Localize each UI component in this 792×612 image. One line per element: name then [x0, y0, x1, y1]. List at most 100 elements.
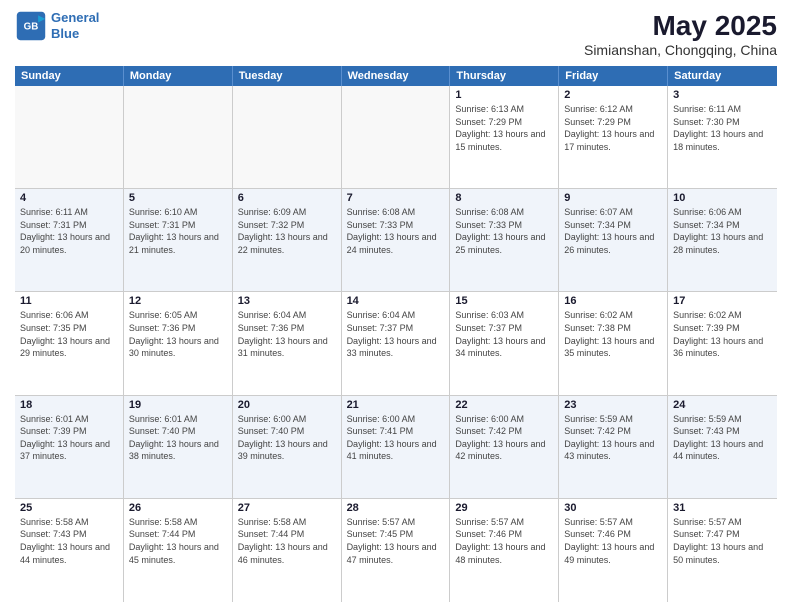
day-cell-10: 10Sunrise: 6:06 AMSunset: 7:34 PMDayligh…	[668, 189, 777, 291]
day-number-25: 25	[20, 502, 118, 514]
day-info-15: Sunrise: 6:03 AMSunset: 7:37 PMDaylight:…	[455, 309, 553, 359]
day-number-7: 7	[347, 192, 445, 204]
day-cell-3: 3 Sunrise: 6:11 AMSunset: 7:30 PMDaylight…	[668, 86, 777, 188]
day-cell-24: 24 Sunrise: 5:59 AMSunset: 7:43 PMDayligh…	[668, 396, 777, 498]
day-number-9: 9	[564, 192, 662, 204]
day-number-19: 19	[129, 399, 227, 411]
day-cell-11: 11 Sunrise: 6:06 AMSunset: 7:35 PMDayligh…	[15, 292, 124, 394]
day-number-22: 22	[455, 399, 553, 411]
day-number-3: 3	[673, 89, 772, 101]
day-number-26: 26	[129, 502, 227, 514]
empty-cell	[233, 86, 342, 188]
day-info-27: Sunrise: 5:58 AMSunset: 7:44 PMDaylight:…	[238, 516, 336, 566]
header-saturday: Saturday	[668, 66, 777, 86]
day-cell-21: 21 Sunrise: 6:00 AMSunset: 7:41 PMDayligh…	[342, 396, 451, 498]
logo: GB General Blue	[15, 10, 99, 42]
calendar-body: 1 Sunrise: 6:13 AMSunset: 7:29 PMDaylight…	[15, 86, 777, 602]
day-info-25: Sunrise: 5:58 AMSunset: 7:43 PMDaylight:…	[20, 516, 118, 566]
day-info-12: Sunrise: 6:05 AMSunset: 7:36 PMDaylight:…	[129, 309, 227, 359]
day-number-11: 11	[20, 295, 118, 307]
header-wednesday: Wednesday	[342, 66, 451, 86]
day-cell-13: 13Sunrise: 6:04 AMSunset: 7:36 PMDayligh…	[233, 292, 342, 394]
day-info-8: Sunrise: 6:08 AMSunset: 7:33 PMDaylight:…	[455, 206, 553, 256]
week-row-2: 4Sunrise: 6:11 AMSunset: 7:31 PMDaylight…	[15, 189, 777, 292]
header-sunday: Sunday	[15, 66, 124, 86]
week-row-4: 18 Sunrise: 6:01 AMSunset: 7:39 PMDayligh…	[15, 396, 777, 499]
day-cell-5: 5 Sunrise: 6:10 AMSunset: 7:31 PMDaylight…	[124, 189, 233, 291]
day-info-29: Sunrise: 5:57 AMSunset: 7:46 PMDaylight:…	[455, 516, 553, 566]
day-number-13: 13	[238, 295, 336, 307]
calendar: Sunday Monday Tuesday Wednesday Thursday…	[15, 66, 777, 602]
week-row-1: 1 Sunrise: 6:13 AMSunset: 7:29 PMDaylight…	[15, 86, 777, 189]
day-cell-9: 9 Sunrise: 6:07 AMSunset: 7:34 PMDaylight…	[559, 189, 668, 291]
day-cell-26: 26 Sunrise: 5:58 AMSunset: 7:44 PMDayligh…	[124, 499, 233, 602]
day-info-23: Sunrise: 5:59 AMSunset: 7:42 PMDaylight:…	[564, 413, 662, 463]
day-number-15: 15	[455, 295, 553, 307]
day-number-5: 5	[129, 192, 227, 204]
day-number-1: 1	[455, 89, 553, 101]
day-info-3: Sunrise: 6:11 AMSunset: 7:30 PMDaylight:…	[673, 103, 772, 153]
day-cell-23: 23Sunrise: 5:59 AMSunset: 7:42 PMDayligh…	[559, 396, 668, 498]
header-friday: Friday	[559, 66, 668, 86]
day-info-1: Sunrise: 6:13 AMSunset: 7:29 PMDaylight:…	[455, 103, 553, 153]
day-number-27: 27	[238, 502, 336, 514]
day-cell-15: 15 Sunrise: 6:03 AMSunset: 7:37 PMDayligh…	[450, 292, 559, 394]
logo-line1: General	[51, 10, 99, 25]
day-number-20: 20	[238, 399, 336, 411]
day-number-28: 28	[347, 502, 445, 514]
day-number-8: 8	[455, 192, 553, 204]
day-number-21: 21	[347, 399, 445, 411]
day-info-7: Sunrise: 6:08 AMSunset: 7:33 PMDaylight:…	[347, 206, 445, 256]
day-info-4: Sunrise: 6:11 AMSunset: 7:31 PMDaylight:…	[20, 206, 118, 256]
day-info-2: Sunrise: 6:12 AMSunset: 7:29 PMDaylight:…	[564, 103, 662, 153]
day-info-14: Sunrise: 6:04 AMSunset: 7:37 PMDaylight:…	[347, 309, 445, 359]
day-cell-20: 20Sunrise: 6:00 AMSunset: 7:40 PMDayligh…	[233, 396, 342, 498]
day-info-6: Sunrise: 6:09 AMSunset: 7:32 PMDaylight:…	[238, 206, 336, 256]
day-cell-4: 4Sunrise: 6:11 AMSunset: 7:31 PMDaylight…	[15, 189, 124, 291]
day-info-17: Sunrise: 6:02 AMSunset: 7:39 PMDaylight:…	[673, 309, 772, 359]
day-cell-25: 25 Sunrise: 5:58 AMSunset: 7:43 PMDayligh…	[15, 499, 124, 602]
day-cell-16: 16Sunrise: 6:02 AMSunset: 7:38 PMDayligh…	[559, 292, 668, 394]
day-cell-29: 29 Sunrise: 5:57 AMSunset: 7:46 PMDayligh…	[450, 499, 559, 602]
day-cell-1: 1 Sunrise: 6:13 AMSunset: 7:29 PMDaylight…	[450, 86, 559, 188]
day-number-29: 29	[455, 502, 553, 514]
day-info-22: Sunrise: 6:00 AMSunset: 7:42 PMDaylight:…	[455, 413, 553, 463]
week-row-3: 11 Sunrise: 6:06 AMSunset: 7:35 PMDayligh…	[15, 292, 777, 395]
day-cell-7: 7 Sunrise: 6:08 AMSunset: 7:33 PMDaylight…	[342, 189, 451, 291]
day-cell-31: 31Sunrise: 5:57 AMSunset: 7:47 PMDayligh…	[668, 499, 777, 602]
week-row-5: 25 Sunrise: 5:58 AMSunset: 7:43 PMDayligh…	[15, 499, 777, 602]
title-block: May 2025 Simianshan, Chongqing, China	[584, 10, 777, 58]
empty-cell	[124, 86, 233, 188]
day-info-19: Sunrise: 6:01 AMSunset: 7:40 PMDaylight:…	[129, 413, 227, 463]
day-cell-18: 18 Sunrise: 6:01 AMSunset: 7:39 PMDayligh…	[15, 396, 124, 498]
day-cell-6: 6Sunrise: 6:09 AMSunset: 7:32 PMDaylight…	[233, 189, 342, 291]
day-info-9: Sunrise: 6:07 AMSunset: 7:34 PMDaylight:…	[564, 206, 662, 256]
day-number-14: 14	[347, 295, 445, 307]
svg-text:GB: GB	[24, 22, 39, 33]
day-info-11: Sunrise: 6:06 AMSunset: 7:35 PMDaylight:…	[20, 309, 118, 359]
header-monday: Monday	[124, 66, 233, 86]
day-info-18: Sunrise: 6:01 AMSunset: 7:39 PMDaylight:…	[20, 413, 118, 463]
day-cell-27: 27 Sunrise: 5:58 AMSunset: 7:44 PMDayligh…	[233, 499, 342, 602]
day-info-26: Sunrise: 5:58 AMSunset: 7:44 PMDaylight:…	[129, 516, 227, 566]
day-info-24: Sunrise: 5:59 AMSunset: 7:43 PMDaylight:…	[673, 413, 772, 463]
day-cell-12: 12Sunrise: 6:05 AMSunset: 7:36 PMDayligh…	[124, 292, 233, 394]
day-info-5: Sunrise: 6:10 AMSunset: 7:31 PMDaylight:…	[129, 206, 227, 256]
day-cell-30: 30Sunrise: 5:57 AMSunset: 7:46 PMDayligh…	[559, 499, 668, 602]
logo-line2: Blue	[51, 26, 79, 41]
location-subtitle: Simianshan, Chongqing, China	[584, 42, 777, 58]
day-number-24: 24	[673, 399, 772, 411]
day-number-30: 30	[564, 502, 662, 514]
logo-icon: GB	[15, 10, 47, 42]
empty-cell	[342, 86, 451, 188]
empty-cell	[15, 86, 124, 188]
month-year-title: May 2025	[584, 10, 777, 42]
day-cell-8: 8 Sunrise: 6:08 AMSunset: 7:33 PMDaylight…	[450, 189, 559, 291]
logo-text: General Blue	[51, 10, 99, 41]
header-tuesday: Tuesday	[233, 66, 342, 86]
day-number-18: 18	[20, 399, 118, 411]
calendar-header: Sunday Monday Tuesday Wednesday Thursday…	[15, 66, 777, 86]
day-info-31: Sunrise: 5:57 AMSunset: 7:47 PMDaylight:…	[673, 516, 772, 566]
day-info-21: Sunrise: 6:00 AMSunset: 7:41 PMDaylight:…	[347, 413, 445, 463]
day-number-17: 17	[673, 295, 772, 307]
